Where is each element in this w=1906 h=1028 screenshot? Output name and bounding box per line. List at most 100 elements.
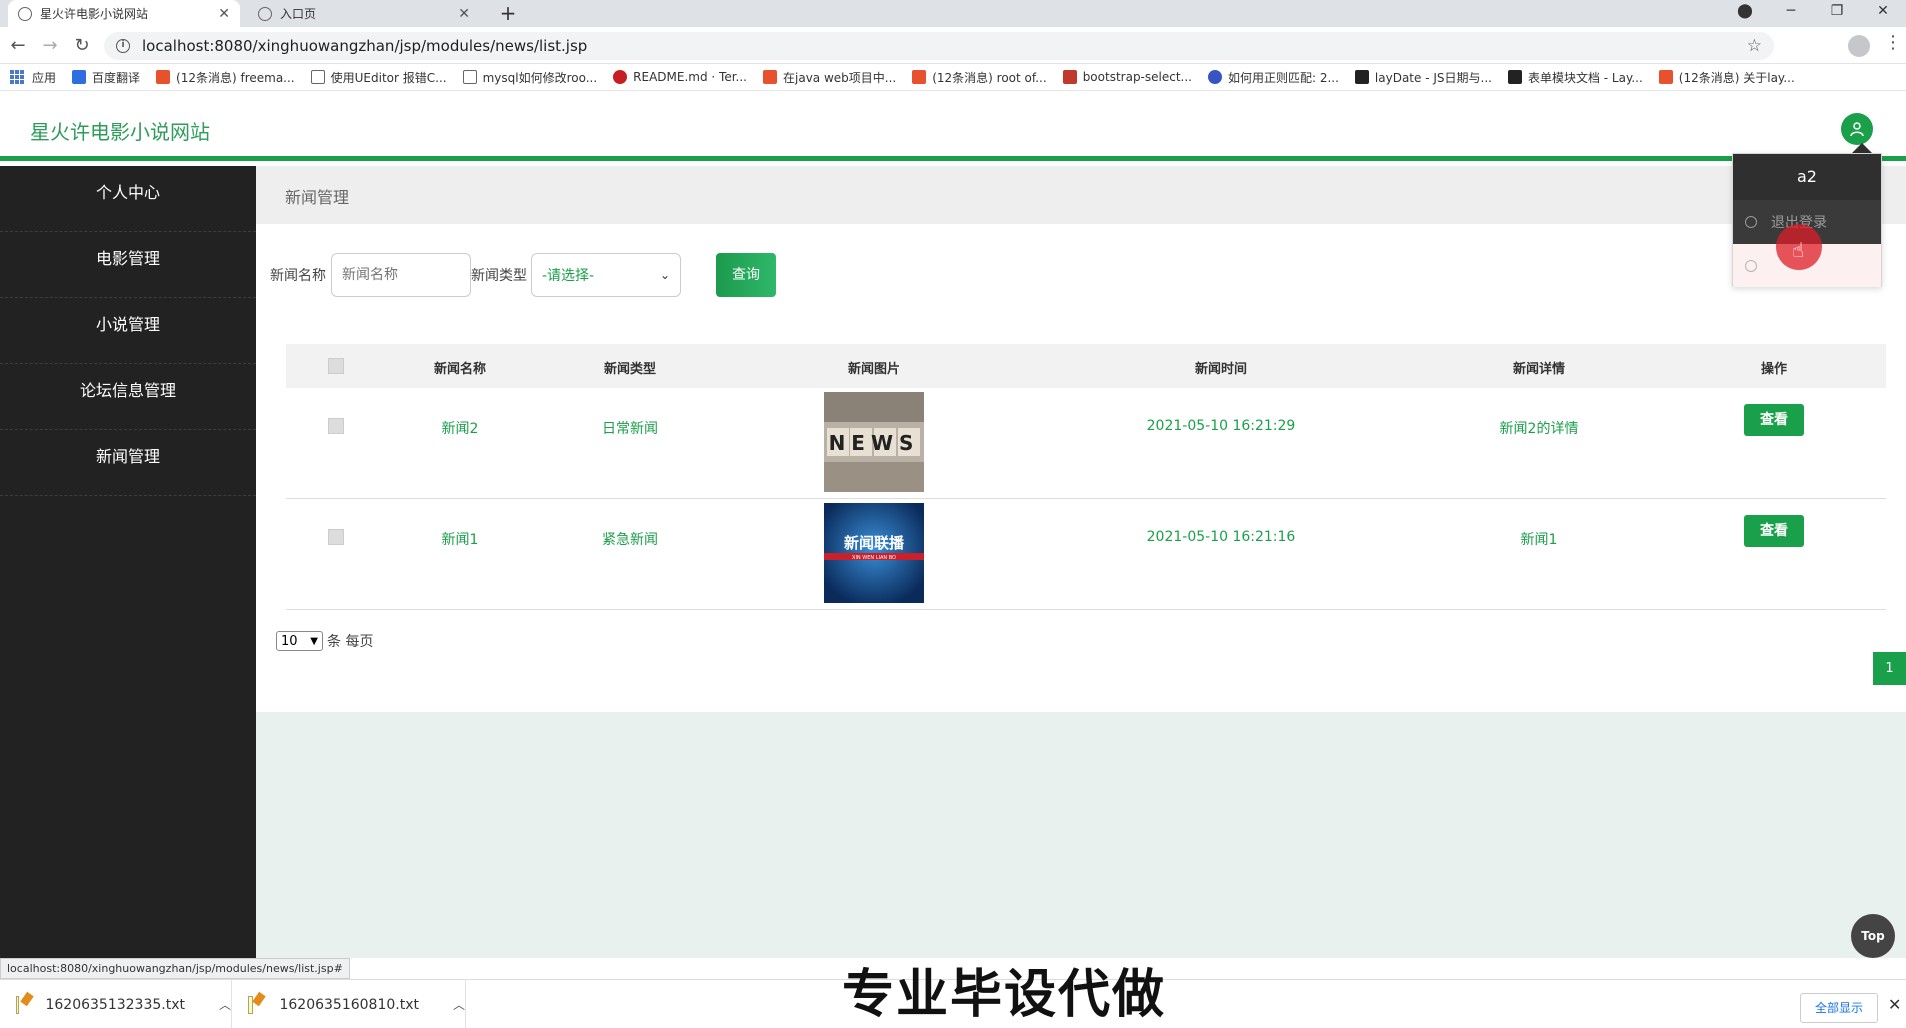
table-row: 新闻1 紧急新闻 新闻联播 XIN WEN LIAN BO 2021-05-10…	[286, 499, 1886, 610]
restore-button[interactable]: ❐	[1814, 0, 1860, 27]
bookmark-item[interactable]: 在java web项目中...	[763, 69, 896, 86]
bookmark-label: 表单模块文档 - Lay...	[1527, 70, 1643, 85]
bookmark-item[interactable]: (12条消息) root of...	[912, 69, 1047, 86]
query-button[interactable]: 查询	[716, 253, 776, 297]
reload-icon[interactable]: ↻	[68, 32, 96, 60]
user-icon	[1850, 122, 1864, 137]
site-icon	[1062, 70, 1077, 84]
download-filename: 1620635132335.txt	[45, 996, 185, 1013]
forward-arrow-icon[interactable]: →	[36, 32, 64, 60]
news-type-select[interactable]: -请选择- ⌄	[531, 253, 681, 297]
sidebar-item-news[interactable]: 新闻管理	[0, 430, 256, 496]
view-button[interactable]: 查看	[1744, 404, 1804, 436]
bookmarks-bar: 应用 百度翻译 (12条消息) freema... 使用UEditor 报错C.…	[0, 64, 1906, 91]
download-filename: 1620635160810.txt	[279, 996, 419, 1013]
new-tab-button[interactable]: +	[494, 0, 522, 27]
sidebar-item-forum[interactable]: 论坛信息管理	[0, 364, 256, 430]
bookmark-label: layDate - JS日期与...	[1374, 70, 1492, 85]
globe-icon	[258, 6, 272, 21]
news-type-cell: 日常新闻	[602, 421, 658, 437]
bookmark-item[interactable]: (12条消息) 关于lay...	[1658, 69, 1795, 86]
bookmark-item[interactable]: 表单模块文档 - Lay...	[1507, 69, 1643, 86]
bookmark-apps[interactable]: 应用	[10, 69, 56, 86]
bookmark-item[interactable]: 如何用正则匹配: 2...	[1207, 69, 1339, 86]
csdn-icon	[763, 70, 777, 84]
column-header: 新闻详情	[1512, 362, 1566, 377]
browser-tab-active[interactable]: 星火许电影小说网站 ✕	[8, 0, 240, 27]
news-detail-cell: 新闻1	[1520, 532, 1558, 548]
bookmark-label: 百度翻译	[92, 70, 141, 85]
bookmark-label: mysql如何修改roo...	[482, 70, 598, 85]
csdn-icon	[1658, 70, 1673, 84]
csdn-icon	[912, 70, 927, 84]
page-title: 新闻管理	[285, 188, 350, 207]
sidebar: 个人中心 电影管理 小说管理 论坛信息管理 新闻管理	[0, 166, 256, 958]
close-icon[interactable]: ✕	[218, 6, 230, 22]
column-header: 操作	[1760, 362, 1788, 377]
select-all-checkbox[interactable]	[328, 358, 344, 374]
close-icon[interactable]: ✕	[1888, 995, 1901, 1014]
gitee-icon	[613, 70, 628, 84]
bookmark-item[interactable]: (12条消息) freema...	[156, 69, 295, 86]
bookmark-item[interactable]: README.md · Ter...	[613, 70, 747, 84]
column-header: 新闻名称	[433, 362, 487, 377]
info-icon[interactable]: i	[116, 39, 130, 53]
bookmark-item[interactable]: 百度翻译	[72, 69, 140, 86]
tab-search-icon[interactable]: ⬤	[1722, 0, 1768, 27]
site-title[interactable]: 星火许电影小说网站	[30, 116, 210, 145]
bookmark-label: 在java web项目中...	[783, 70, 897, 85]
chevron-up-icon[interactable]: ︿	[453, 996, 465, 1013]
power-icon	[1745, 216, 1757, 228]
bookmark-item[interactable]: mysql如何修改roo...	[462, 69, 598, 86]
address-bar-row: ← → ↻ i localhost:8080/xinghuowangzhan/j…	[0, 27, 1906, 64]
news-detail-cell: 新闻2的详情	[1499, 421, 1579, 437]
dropdown-username: a2	[1733, 154, 1881, 200]
download-item[interactable]: 1620635160810.txt ︿	[232, 980, 466, 1028]
download-item[interactable]: 1620635132335.txt ︿	[0, 980, 232, 1028]
close-icon[interactable]: ✕	[458, 6, 470, 22]
minimize-button[interactable]: ─	[1768, 0, 1814, 27]
bookmark-star-icon[interactable]: ☆	[1747, 36, 1762, 56]
view-button[interactable]: 查看	[1744, 515, 1804, 547]
bookmark-item[interactable]: 使用UEditor 报错C...	[310, 69, 447, 86]
kebab-menu-icon[interactable]: ⋮	[1884, 32, 1902, 53]
text-file-icon	[16, 995, 20, 1014]
profile-icon[interactable]	[1848, 35, 1870, 57]
app-header: 星火许电影小说网站	[0, 91, 1906, 161]
news-name-input[interactable]	[331, 253, 471, 297]
show-all-downloads-button[interactable]: 全部显示	[1800, 993, 1879, 1023]
bookmark-label: (12条消息) root of...	[932, 70, 1047, 85]
browser-tab-bar: 星火许电影小说网站 ✕ 入口页 ✕ + ⬤ ─ ❐ ✕	[0, 0, 1906, 27]
dropdown-caret	[1852, 143, 1872, 153]
news-type-selected: -请选择-	[542, 268, 595, 284]
url-omnibox[interactable]: i localhost:8080/xinghuowangzhan/jsp/mod…	[104, 32, 1774, 60]
chevron-up-icon[interactable]: ︿	[219, 996, 231, 1013]
back-arrow-icon[interactable]: ←	[4, 32, 32, 60]
bookmark-label: bootstrap-select...	[1082, 70, 1192, 84]
site-favicon-icon	[18, 6, 32, 21]
page-size-suffix: 条 每页	[327, 634, 374, 650]
back-to-top-button[interactable]: Top	[1851, 914, 1895, 958]
bookmark-item[interactable]: layDate - JS日期与...	[1354, 69, 1492, 86]
row-checkbox[interactable]	[328, 529, 344, 545]
bookmark-label: 应用	[32, 70, 57, 85]
browser-tab[interactable]: 入口页 ✕	[248, 0, 480, 27]
bookmark-item[interactable]: bootstrap-select...	[1062, 70, 1192, 84]
row-checkbox[interactable]	[328, 418, 344, 434]
news-letters: NEWS	[829, 431, 920, 455]
news-table: 新闻名称 新闻类型 新闻图片 新闻时间 新闻详情 操作 新闻2 日常新闻 NEW…	[286, 344, 1886, 610]
page-size-select[interactable]: 10 ▼	[276, 631, 323, 651]
sidebar-item-movies[interactable]: 电影管理	[0, 232, 256, 298]
column-header: 新闻时间	[1194, 362, 1248, 377]
cctv-title: 新闻联播	[844, 534, 905, 552]
tab-title: 星火许电影小说网站	[40, 7, 149, 21]
user-avatar[interactable]	[1841, 113, 1873, 145]
news-time-cell: 2021-05-10 16:21:16	[1146, 529, 1296, 545]
window-close-button[interactable]: ✕	[1860, 0, 1906, 27]
news-image-thumbnail: 新闻联播 XIN WEN LIAN BO	[824, 503, 924, 603]
page-number-button[interactable]: 1	[1873, 652, 1906, 685]
site-icon	[310, 70, 325, 84]
sidebar-item-personal-center[interactable]: 个人中心	[0, 166, 256, 232]
news-type-cell: 紧急新闻	[602, 532, 658, 548]
sidebar-item-novels[interactable]: 小说管理	[0, 298, 256, 364]
